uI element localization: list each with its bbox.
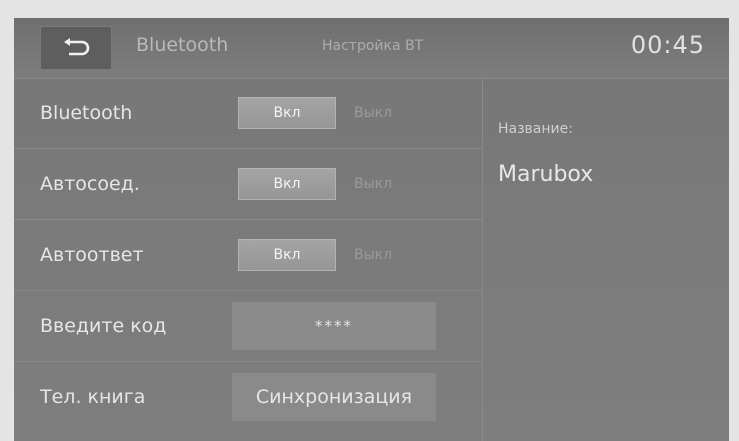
- autoanswer-off-button[interactable]: Выкл: [354, 247, 392, 263]
- sync-button[interactable]: Синхронизация: [232, 373, 436, 421]
- page-title: Bluetooth: [136, 34, 229, 56]
- setting-row-pin: Введите код ****: [14, 291, 482, 362]
- setting-label-bluetooth: Bluetooth: [40, 102, 133, 124]
- setting-row-autoanswer: Автоответ Вкл Выкл: [14, 220, 482, 291]
- bluetooth-on-button[interactable]: Вкл: [238, 97, 336, 129]
- autoanswer-on-button[interactable]: Вкл: [238, 239, 336, 271]
- autoconnect-on-button[interactable]: Вкл: [238, 168, 336, 200]
- page-subtitle: Настройка ВТ: [322, 38, 424, 54]
- setting-row-autoconnect: Автосоед. Вкл Выкл: [14, 149, 482, 220]
- panel-divider: [482, 78, 483, 441]
- device-name-value: Marubox: [498, 162, 594, 187]
- phonebook-label: Тел. книга: [40, 386, 146, 408]
- header-bar: Bluetooth Настройка ВТ 00:45: [14, 18, 729, 79]
- clock: 00:45: [630, 31, 705, 59]
- autoconnect-off-button[interactable]: Выкл: [354, 176, 392, 192]
- setting-label-autoanswer: Автоответ: [40, 244, 144, 266]
- pin-label: Введите код: [40, 315, 167, 337]
- setting-label-autoconnect: Автосоед.: [40, 173, 140, 195]
- setting-row-bluetooth: Bluetooth Вкл Выкл: [14, 78, 482, 149]
- setting-row-phonebook: Тел. книга Синхронизация: [14, 362, 482, 432]
- device-name-label: Название:: [498, 121, 573, 137]
- back-arrow-icon: [61, 38, 91, 58]
- bluetooth-off-button[interactable]: Выкл: [354, 105, 392, 121]
- pin-input[interactable]: ****: [232, 302, 436, 350]
- bt-settings-screen: Bluetooth Настройка ВТ 00:45 Bluetooth В…: [14, 18, 729, 441]
- back-button[interactable]: [40, 26, 112, 70]
